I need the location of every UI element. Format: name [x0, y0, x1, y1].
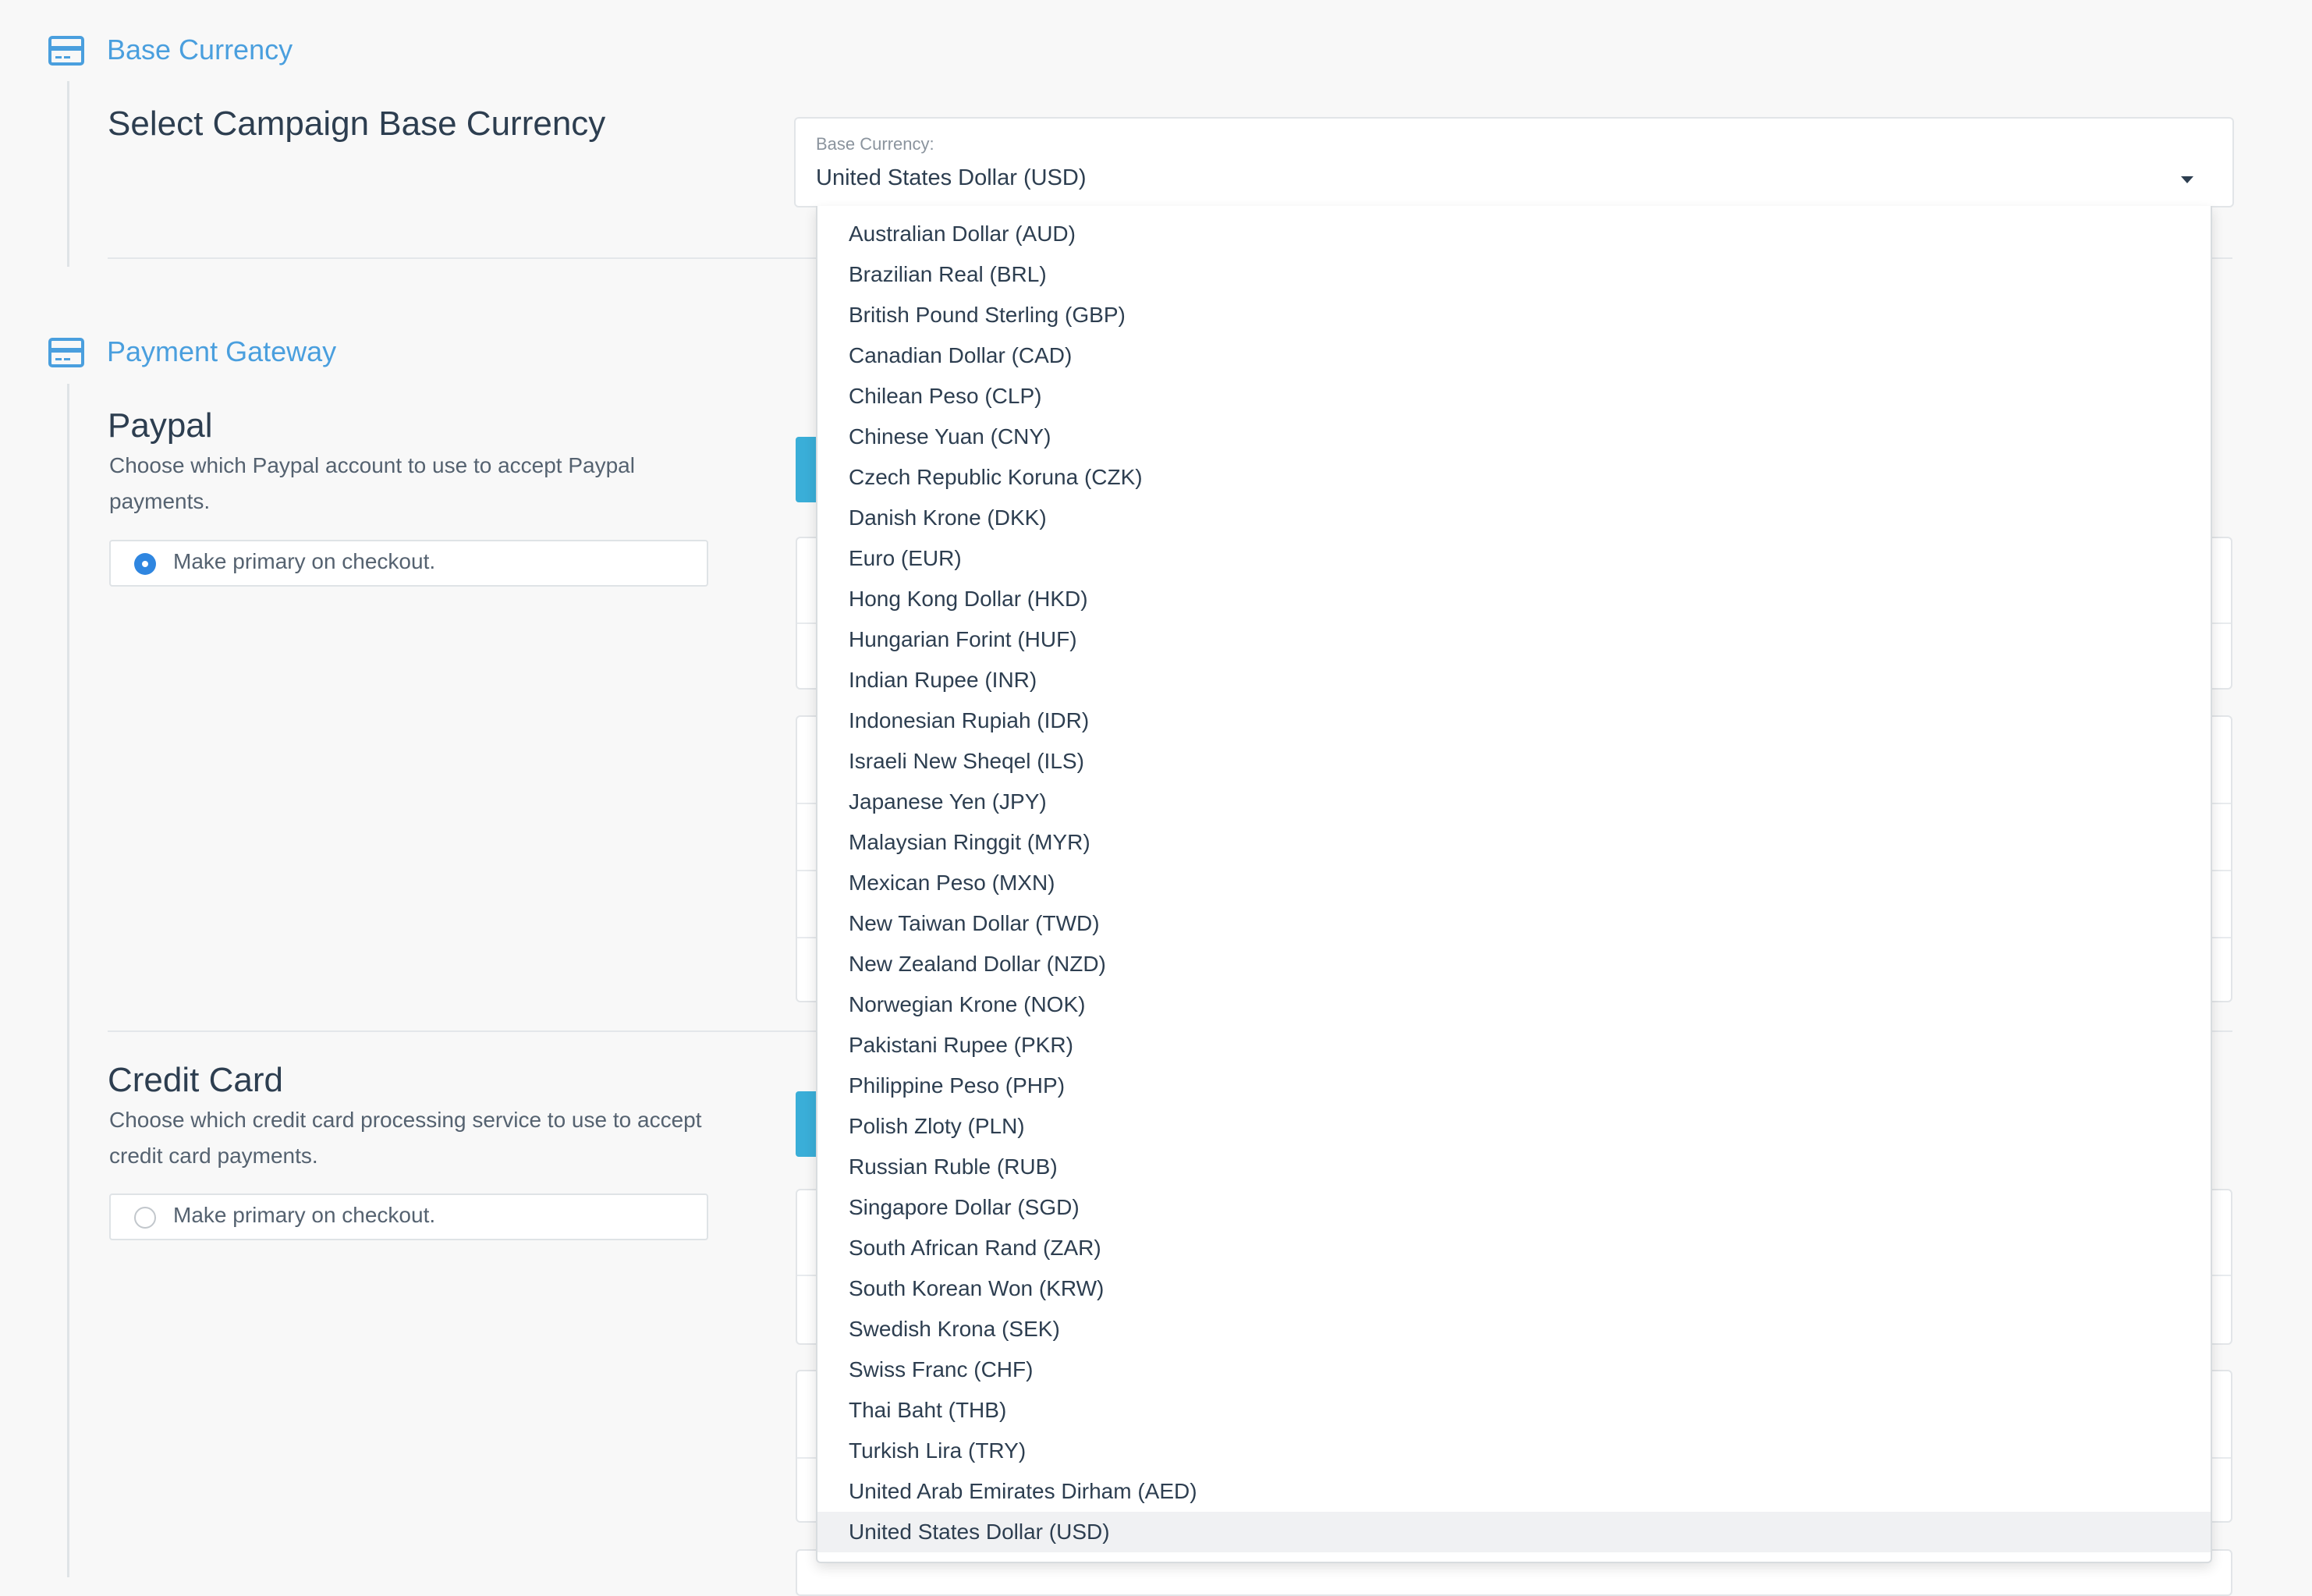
currency-option[interactable]: Chilean Peso (CLP) — [817, 376, 2211, 417]
currency-option[interactable]: Chinese Yuan (CNY) — [817, 417, 2211, 457]
currency-option[interactable]: Pakistani Rupee (PKR) — [817, 1025, 2211, 1066]
currency-option[interactable]: Norwegian Krone (NOK) — [817, 984, 2211, 1025]
currency-option[interactable]: Hungarian Forint (HUF) — [817, 619, 2211, 660]
currency-option[interactable]: Danish Krone (DKK) — [817, 498, 2211, 538]
currency-option[interactable]: Indonesian Rupiah (IDR) — [817, 700, 2211, 741]
base-currency-select[interactable]: Base Currency: United States Dollar (USD… — [794, 117, 2234, 207]
credit-card-primary-option[interactable]: Make primary on checkout. — [109, 1193, 708, 1240]
paypal-primary-radio[interactable] — [134, 553, 156, 575]
paypal-description: Choose which Paypal account to use to ac… — [109, 453, 635, 513]
currency-option[interactable]: United States Dollar (USD) — [817, 1512, 2211, 1552]
paypal-primary-option[interactable]: Make primary on checkout. — [109, 540, 708, 587]
section-title-base-currency: Base Currency — [107, 34, 293, 66]
currency-option[interactable]: Indian Rupee (INR) — [817, 660, 2211, 700]
section-timeline-line — [67, 81, 69, 267]
credit-card-icon — [48, 338, 84, 367]
credit-card-primary-label: Make primary on checkout. — [173, 1203, 436, 1227]
currency-dropdown-list[interactable]: Australian Dollar (AUD) Brazilian Real (B… — [816, 206, 2212, 1563]
paypal-primary-label: Make primary on checkout. — [173, 549, 436, 573]
base-currency-label: Base Currency: — [816, 134, 934, 154]
currency-option[interactable]: Malaysian Ringgit (MYR) — [817, 822, 2211, 863]
currency-option[interactable]: Japanese Yen (JPY) — [817, 782, 2211, 822]
currency-option[interactable]: New Zealand Dollar (NZD) — [817, 944, 2211, 984]
currency-option[interactable]: Swiss Franc (CHF) — [817, 1350, 2211, 1390]
currency-option[interactable]: Turkish Lira (TRY) — [817, 1431, 2211, 1471]
currency-option[interactable]: Philippine Peso (PHP) — [817, 1066, 2211, 1106]
currency-option[interactable]: Thai Baht (THB) — [817, 1390, 2211, 1431]
credit-card-primary-radio[interactable] — [134, 1207, 156, 1229]
currency-option[interactable]: Polish Zloty (PLN) — [817, 1106, 2211, 1147]
section-title-payment-gateway: Payment Gateway — [107, 335, 337, 367]
credit-card-icon — [48, 36, 84, 66]
credit-card-heading: Credit Card — [108, 1061, 283, 1099]
base-currency-value: United States Dollar (USD) — [816, 165, 1087, 190]
currency-option[interactable]: Singapore Dollar (SGD) — [817, 1187, 2211, 1228]
currency-option[interactable]: Czech Republic Koruna (CZK) — [817, 457, 2211, 498]
currency-option[interactable]: Hong Kong Dollar (HKD) — [817, 579, 2211, 619]
currency-option[interactable]: Russian Ruble (RUB) — [817, 1147, 2211, 1187]
currency-option[interactable]: New Taiwan Dollar (TWD) — [817, 903, 2211, 944]
credit-card-description: Choose which credit card processing serv… — [109, 1108, 702, 1168]
currency-option[interactable]: Canadian Dollar (CAD) — [817, 335, 2211, 376]
section-timeline-line — [67, 384, 69, 1577]
currency-option[interactable]: Australian Dollar (AUD) — [817, 214, 2211, 254]
currency-option[interactable]: United Arab Emirates Dirham (AED) — [817, 1471, 2211, 1512]
currency-option[interactable]: British Pound Sterling (GBP) — [817, 295, 2211, 335]
currency-option[interactable]: Euro (EUR) — [817, 538, 2211, 579]
currency-option[interactable]: Israeli New Sheqel (ILS) — [817, 741, 2211, 782]
base-currency-heading: Select Campaign Base Currency — [108, 105, 606, 143]
currency-option[interactable]: Swedish Krona (SEK) — [817, 1309, 2211, 1350]
currency-option[interactable]: Brazilian Real (BRL) — [817, 254, 2211, 295]
paypal-heading: Paypal — [108, 406, 213, 445]
currency-option[interactable]: Mexican Peso (MXN) — [817, 863, 2211, 903]
caret-down-icon[interactable] — [2181, 176, 2193, 183]
currency-option[interactable]: South African Rand (ZAR) — [817, 1228, 2211, 1268]
currency-option[interactable]: South Korean Won (KRW) — [817, 1268, 2211, 1309]
